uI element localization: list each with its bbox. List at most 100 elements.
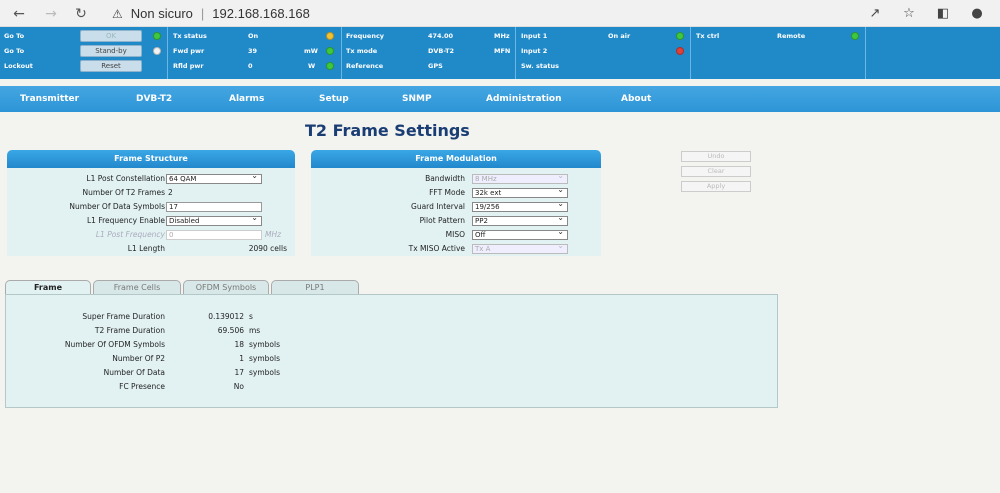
tab-ofdm-symbols[interactable]: OFDM Symbols <box>183 280 269 295</box>
num-t2-frames-value: 2 <box>168 188 173 197</box>
clear-button[interactable]: Clear <box>681 166 751 177</box>
browser-toolbar: ← → ↻ ⚠ Non sicuro | 192.168.168.168 ↗ ☆… <box>0 0 1000 27</box>
fc-presence-row: FC Presence No <box>6 381 779 393</box>
l1-post-constellation-label: L1 Post Constellation <box>86 174 165 183</box>
standby-led <box>153 47 161 55</box>
nav-dvb-t2[interactable]: DVB-T2 <box>136 86 172 112</box>
l1-post-frequency-unit: MHz <box>265 230 282 239</box>
t2-frame-duration-value: 69.506 <box>217 326 244 335</box>
profile-icon[interactable]: ● <box>968 5 986 23</box>
tx-status-row: Tx status On <box>168 29 342 43</box>
goto-label: Go To <box>4 32 25 40</box>
warning-icon: ⚠ <box>112 6 123 21</box>
rfld-pwr-label: Rfld pwr <box>173 62 204 70</box>
status-col-goto: Go To OK Go To Stand-by Lockout Reset <box>0 27 168 79</box>
sw-status-row: Sw. status <box>516 59 691 73</box>
fwd-pwr-row: Fwd pwr 39 mW <box>168 44 342 58</box>
forward-arrow-icon[interactable]: → <box>42 5 60 23</box>
undo-button[interactable]: Undo <box>681 151 751 162</box>
miso-label: MISO <box>445 230 465 239</box>
sidebar-icon[interactable]: ◧ <box>934 5 952 23</box>
lockout-row: Lockout Reset <box>0 59 168 73</box>
input2-row: Input 2 <box>516 44 691 58</box>
status-col-freq: Frequency 474.00 MHz Tx mode DVB-T2 MFN … <box>342 27 516 79</box>
ofdm-symbols-row: Number Of OFDM Symbols 18 symbols <box>6 339 779 351</box>
t2-frame-duration-unit: ms <box>249 326 261 335</box>
l1-post-frequency-row: L1 Post Frequency 0 MHz <box>7 229 295 241</box>
tx-status-led <box>326 32 334 40</box>
tab-plp1[interactable]: PLP1 <box>271 280 359 295</box>
pilot-pattern-select[interactable]: PP2 <box>472 214 568 226</box>
fft-mode-select[interactable]: 32k ext <box>472 186 568 198</box>
nav-about[interactable]: About <box>621 86 651 112</box>
reset-button[interactable]: Reset <box>80 60 142 72</box>
l1-freq-enable-row: L1 Frequency Enable Disabled <box>7 214 295 227</box>
standby-button[interactable]: Stand-by <box>80 45 142 57</box>
fft-mode-row: FFT Mode 32k ext <box>311 186 601 199</box>
input1-value: On air <box>608 32 631 40</box>
reference-value: GPS <box>428 62 443 70</box>
nav-alarms[interactable]: Alarms <box>229 86 264 112</box>
num-data-symbols-label: Number Of Data Symbols <box>69 202 165 211</box>
frequency-row: Frequency 474.00 MHz <box>342 29 516 43</box>
tx-ctrl-value: Remote <box>777 32 806 40</box>
status-panel: Go To OK Go To Stand-by Lockout Reset Tx… <box>0 27 1000 79</box>
super-frame-duration-unit: s <box>249 312 253 321</box>
goto-ok-row: Go To OK <box>0 29 168 43</box>
security-label: Non sicuro <box>130 6 193 21</box>
t2-frame-duration-label: T2 Frame Duration <box>94 326 165 335</box>
l1-post-frequency-input[interactable]: 0 <box>166 230 262 240</box>
num-p2-row: Number Of P2 1 symbols <box>6 353 779 365</box>
fwd-pwr-value: 39 <box>248 47 258 55</box>
share-icon[interactable]: ↗ <box>866 5 884 23</box>
main-nav: Transmitter DVB-T2 Alarms Setup SNMP Adm… <box>0 86 1000 112</box>
rfld-pwr-led <box>326 62 334 70</box>
miso-select[interactable]: Off <box>472 228 568 240</box>
nav-snmp[interactable]: SNMP <box>402 86 432 112</box>
ofdm-symbols-unit: symbols <box>249 340 280 349</box>
l1-freq-enable-select[interactable]: Disabled <box>166 214 262 226</box>
l1-post-constellation-select[interactable]: 64 QAM <box>166 172 262 184</box>
back-arrow-icon[interactable]: ← <box>10 5 28 23</box>
num-data-symbols-input[interactable]: 17 <box>166 202 262 212</box>
star-icon[interactable]: ☆ <box>900 5 918 23</box>
tx-miso-active-label: Tx MISO Active <box>408 244 465 253</box>
lockout-label: Lockout <box>4 62 33 70</box>
rfld-pwr-row: Rfld pwr 0 W <box>168 59 342 73</box>
input2-label: Input 2 <box>521 47 548 55</box>
reference-row: Reference GPS <box>342 59 516 73</box>
reload-icon[interactable]: ↻ <box>72 5 90 23</box>
frequency-unit: MHz <box>494 32 510 40</box>
l1-length-row: L1 Length 2090 cells <box>7 243 295 255</box>
fwd-pwr-led <box>326 47 334 55</box>
tx-mode-unit: MFN <box>494 47 511 55</box>
nav-transmitter[interactable]: Transmitter <box>20 86 79 112</box>
tx-ctrl-label: Tx ctrl <box>696 32 720 40</box>
tx-status-value: On <box>248 32 259 40</box>
bandwidth-label: Bandwidth <box>425 174 465 183</box>
guard-interval-select[interactable]: 19/256 <box>472 200 568 212</box>
status-col-txctrl: Tx ctrl Remote <box>691 27 866 79</box>
t2-frame-duration-row: T2 Frame Duration 69.506 ms <box>6 325 779 337</box>
tx-miso-active-row: Tx MISO Active Tx A <box>311 242 601 255</box>
tx-miso-active-select[interactable]: Tx A <box>472 242 568 254</box>
super-frame-duration-label: Super Frame Duration <box>82 312 165 321</box>
nav-administration[interactable]: Administration <box>486 86 562 112</box>
num-p2-unit: symbols <box>249 354 280 363</box>
ok-button[interactable]: OK <box>80 30 142 42</box>
tab-frame-cells[interactable]: Frame Cells <box>93 280 181 295</box>
ofdm-symbols-label: Number Of OFDM Symbols <box>64 340 165 349</box>
ok-led <box>153 32 161 40</box>
address-bar[interactable]: ⚠ Non sicuro | 192.168.168.168 <box>112 4 310 23</box>
nav-setup[interactable]: Setup <box>319 86 349 112</box>
input1-led <box>676 32 684 40</box>
frame-modulation-panel: Frame Modulation Bandwidth 8 MHz FFT Mod… <box>311 150 601 256</box>
num-t2-frames-row: Number Of T2 Frames 2 <box>7 187 295 199</box>
fwd-pwr-unit: mW <box>304 47 318 55</box>
apply-button[interactable]: Apply <box>681 181 751 192</box>
bandwidth-select[interactable]: 8 MHz <box>472 172 568 184</box>
num-p2-value: 1 <box>239 354 244 363</box>
l1-freq-enable-label: L1 Frequency Enable <box>86 216 165 225</box>
input1-label: Input 1 <box>521 32 548 40</box>
num-t2-frames-label: Number Of T2 Frames <box>82 188 165 197</box>
